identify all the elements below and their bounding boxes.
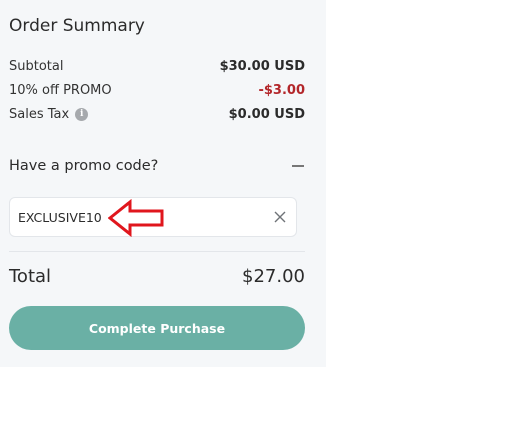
subtotal-value: $30.00 USD bbox=[219, 59, 305, 74]
sales-tax-label-group: Sales Tax i bbox=[9, 107, 89, 122]
promo-code-heading: Have a promo code? bbox=[9, 158, 159, 174]
total-row: Total $27.00 bbox=[9, 266, 305, 287]
order-summary-panel: Order Summary Subtotal $30.00 USD 10% of… bbox=[0, 0, 326, 367]
subtotal-label: Subtotal bbox=[9, 59, 64, 74]
complete-purchase-button[interactable]: Complete Purchase bbox=[9, 306, 305, 350]
total-value: $27.00 bbox=[242, 266, 305, 287]
promo-discount-label: 10% off PROMO bbox=[9, 83, 112, 98]
total-label: Total bbox=[9, 266, 52, 287]
arrow-annotation-icon bbox=[108, 199, 164, 237]
promo-discount-value: -$3.00 bbox=[258, 83, 305, 98]
sales-tax-value: $0.00 USD bbox=[228, 107, 305, 122]
collapse-icon[interactable] bbox=[292, 165, 304, 167]
sales-tax-row: Sales Tax i $0.00 USD bbox=[9, 107, 305, 122]
page-title: Order Summary bbox=[9, 16, 145, 36]
promo-discount-row: 10% off PROMO -$3.00 bbox=[9, 83, 305, 98]
subtotal-row: Subtotal $30.00 USD bbox=[9, 59, 305, 74]
sales-tax-label: Sales Tax bbox=[9, 107, 70, 122]
info-icon[interactable]: i bbox=[75, 108, 89, 121]
promo-code-toggle[interactable]: Have a promo code? bbox=[9, 158, 305, 174]
divider bbox=[9, 251, 305, 252]
clear-icon[interactable] bbox=[273, 210, 287, 224]
